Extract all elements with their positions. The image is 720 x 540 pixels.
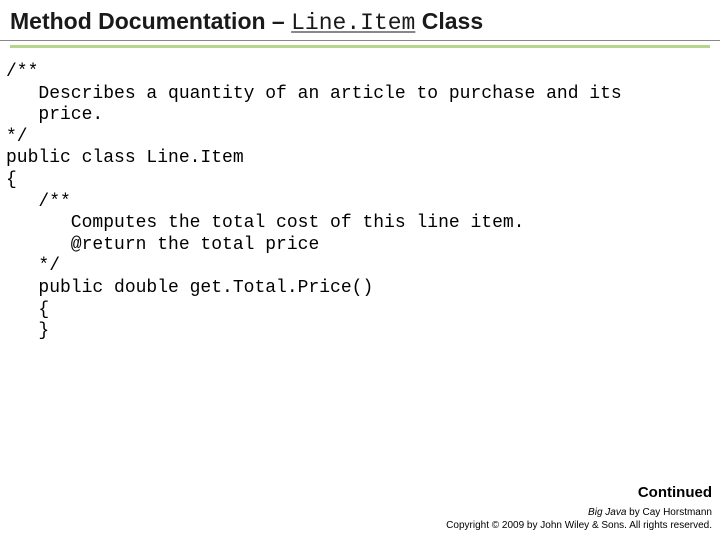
title-code: Line.Item <box>291 10 415 36</box>
title-prefix: Method Documentation – <box>10 8 291 34</box>
copyright-text: Copyright © 2009 by John Wiley & Sons. A… <box>446 520 712 531</box>
slide-title-bar: Method Documentation – Line.Item Class <box>0 0 720 41</box>
code-block: /** Describes a quantity of an article t… <box>0 48 720 343</box>
continued-label: Continued <box>446 484 712 501</box>
copyright-block: Big Java by Cay Horstmann Copyright © 20… <box>446 507 712 532</box>
footer: Continued Big Java by Cay Horstmann Copy… <box>446 484 712 532</box>
book-title: Big Java <box>588 507 626 518</box>
byline: by Cay Horstmann <box>626 507 712 518</box>
title-suffix: Class <box>415 8 483 34</box>
